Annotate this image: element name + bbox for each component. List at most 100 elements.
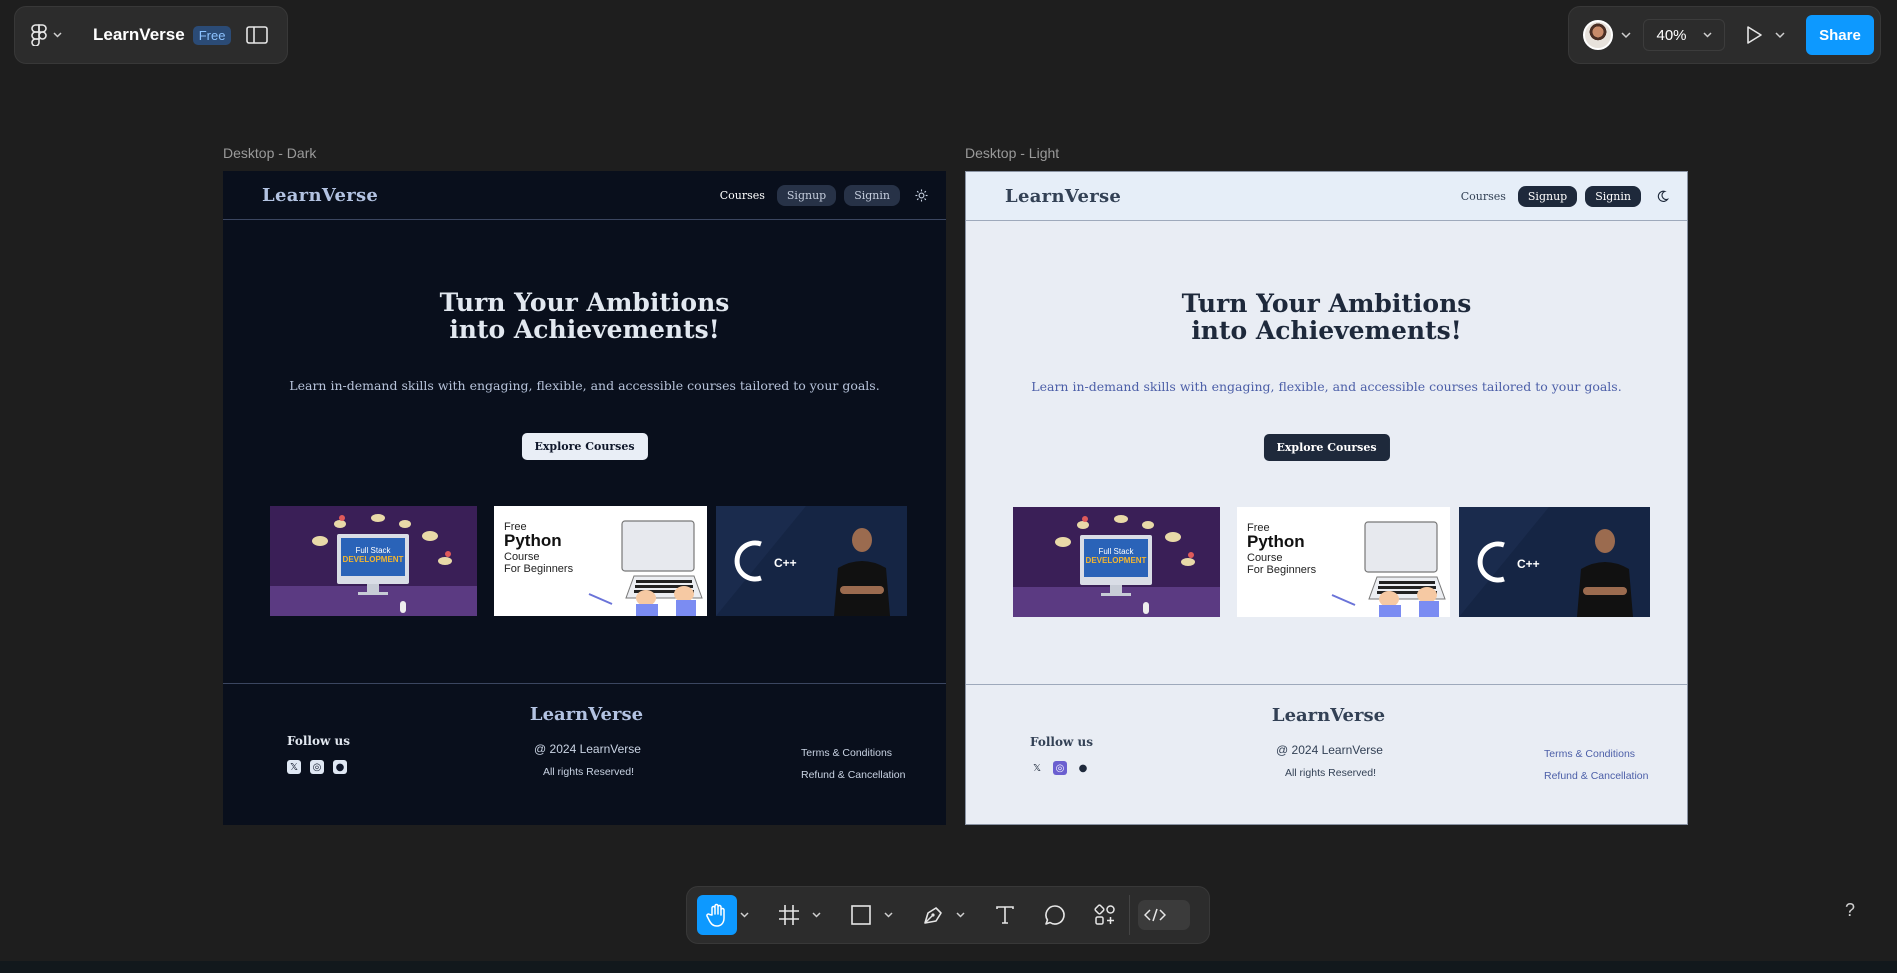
pen-tool-button[interactable] <box>913 895 953 935</box>
course-card-python-line3: Course <box>504 551 539 563</box>
hero-subtitle: Learn in-demand skills with engaging, fl… <box>1031 379 1622 394</box>
chevron-down-icon <box>53 32 62 38</box>
pen-tool-group <box>913 895 985 935</box>
frame-label-light[interactable]: Desktop - Light <box>965 145 1059 161</box>
course-card-python-line4: For Beginners <box>504 563 574 575</box>
nav-courses-link[interactable]: Courses <box>720 189 765 202</box>
hero-title: Turn Your Ambitions into Achievements! <box>223 289 946 343</box>
pen-icon <box>924 907 942 924</box>
hero-title-line-2: into Achievements! <box>1191 316 1462 345</box>
site-navbar: LearnVerse Courses Signup Signin <box>223 171 946 220</box>
file-title[interactable]: LearnVerse <box>93 25 185 45</box>
signin-button[interactable]: Signin <box>1585 185 1641 207</box>
course-card-fullstack-line1: Full Stack <box>1098 547 1134 556</box>
comment-icon <box>1045 905 1065 925</box>
help-button[interactable]: ? <box>1840 898 1860 922</box>
sidebar-icon <box>246 26 269 44</box>
text-tool-button[interactable] <box>985 895 1025 935</box>
main-menu-button[interactable] <box>31 17 75 53</box>
chevron-down-icon[interactable] <box>1775 30 1785 40</box>
chevron-down-icon[interactable] <box>737 895 751 935</box>
course-card-python-line2: Python <box>504 531 562 550</box>
terms-link[interactable]: Terms & Conditions <box>801 742 905 764</box>
site-brand[interactable]: LearnVerse <box>1005 186 1121 207</box>
sidebar-toggle-button[interactable] <box>245 23 269 47</box>
hand-tool-group <box>697 895 769 935</box>
frame-tool-button[interactable] <box>769 895 809 935</box>
rectangle-tool-button[interactable] <box>841 895 881 935</box>
course-card-cpp-label: C++ <box>774 556 797 570</box>
file-toolbar: LearnVerse Free <box>14 6 288 64</box>
hand-tool-button[interactable] <box>697 895 737 935</box>
hand-icon <box>706 903 725 927</box>
signup-button[interactable]: Signup <box>776 184 837 206</box>
course-card-fullstack[interactable]: Full Stack DEVELOPMENT <box>270 506 477 616</box>
course-card-python[interactable]: Free Python Course For Beginners <box>494 506 707 616</box>
nav-links: Courses Signup Signin <box>1461 185 1669 207</box>
hero-subtitle: Learn in-demand skills with engaging, fl… <box>289 378 880 393</box>
course-card-fullstack-line2: DEVELOPMENT <box>343 555 404 564</box>
course-card-cpp[interactable]: C++ <box>716 506 907 616</box>
footer-brand: LearnVerse <box>529 704 644 725</box>
toolbar-divider <box>1129 895 1130 935</box>
dev-mode-toggle[interactable] <box>1138 900 1190 930</box>
fullstack-illustration: Full Stack DEVELOPMENT <box>270 514 477 616</box>
text-icon <box>996 906 1014 924</box>
site-footer: LearnVerse Follow us 𝕏 ◎ ● @ 2024 LearnV… <box>966 684 1687 824</box>
chevron-down-icon[interactable] <box>881 895 895 935</box>
zoom-dropdown[interactable]: 40% <box>1643 19 1725 51</box>
footer-links: Terms & Conditions Refund & Cancellation <box>1544 743 1648 787</box>
explore-courses-button[interactable]: Explore Courses <box>1263 434 1390 461</box>
present-button[interactable] <box>1741 22 1767 48</box>
bottom-edge <box>0 961 1897 973</box>
course-card-cpp[interactable]: C++ <box>1459 507 1650 617</box>
site-footer: LearnVerse Follow us 𝕏 ◎ ● @ 2024 LearnV… <box>223 683 946 825</box>
site-navbar: LearnVerse Courses Signup Signin <box>966 172 1687 221</box>
frame-label-dark[interactable]: Desktop - Dark <box>223 145 316 161</box>
hero-title-line-2: into Achievements! <box>449 315 720 344</box>
course-card-python-line2: Python <box>1247 532 1305 551</box>
frame-tool-group <box>769 895 841 935</box>
plan-badge[interactable]: Free <box>192 25 232 45</box>
course-card-fullstack[interactable]: Full Stack DEVELOPMENT <box>1013 507 1220 617</box>
chevron-down-icon[interactable] <box>953 895 967 935</box>
play-icon <box>1747 26 1762 44</box>
refund-link[interactable]: Refund & Cancellation <box>801 764 905 786</box>
tools-toolbar <box>686 886 1210 944</box>
explore-courses-button[interactable]: Explore Courses <box>521 433 648 460</box>
terms-link[interactable]: Terms & Conditions <box>1544 743 1648 765</box>
code-icon <box>1142 902 1168 928</box>
python-illustration: Free Python Course For Beginners <box>504 520 703 616</box>
site-brand[interactable]: LearnVerse <box>262 185 378 206</box>
hero-title-line-1: Turn Your Ambitions <box>439 288 730 317</box>
signin-button[interactable]: Signin <box>844 184 900 206</box>
share-toolbar: 40% Share <box>1568 6 1881 64</box>
nav-courses-link[interactable]: Courses <box>1461 190 1506 203</box>
moon-icon[interactable] <box>1655 189 1669 203</box>
avatar[interactable] <box>1583 20 1613 50</box>
chevron-down-icon[interactable] <box>809 895 823 935</box>
hero-title-line-1: Turn Your Ambitions <box>1181 289 1472 318</box>
shape-tool-group <box>841 895 913 935</box>
sun-icon[interactable] <box>914 188 928 202</box>
actions-tool-button[interactable] <box>1085 895 1125 935</box>
zoom-value: 40% <box>1656 26 1687 44</box>
frame-icon <box>779 905 799 925</box>
signup-button[interactable]: Signup <box>1517 185 1578 207</box>
course-card-fullstack-line2: DEVELOPMENT <box>1086 556 1147 565</box>
frame-desktop-dark[interactable]: LearnVerse Courses Signup Signin Turn Yo… <box>223 171 946 825</box>
course-card-python[interactable]: Free Python Course For Beginners <box>1237 507 1450 617</box>
share-button[interactable]: Share <box>1806 15 1874 55</box>
course-card-cpp-label: C++ <box>1517 557 1540 571</box>
course-card-fullstack-line1: Full Stack <box>355 546 391 555</box>
cpp-illustration: C++ <box>1459 507 1650 617</box>
course-card-python-line3: Course <box>1247 552 1282 564</box>
chevron-down-icon[interactable] <box>1621 30 1631 40</box>
footer-links: Terms & Conditions Refund & Cancellation <box>801 742 905 786</box>
figma-logo-icon <box>31 24 47 46</box>
comment-tool-button[interactable] <box>1035 895 1075 935</box>
frame-desktop-light[interactable]: LearnVerse Courses Signup Signin Turn Yo… <box>965 171 1688 825</box>
refund-link[interactable]: Refund & Cancellation <box>1544 765 1648 787</box>
footer-brand: LearnVerse <box>1271 705 1386 726</box>
fullstack-illustration: Full Stack DEVELOPMENT <box>1013 515 1220 617</box>
